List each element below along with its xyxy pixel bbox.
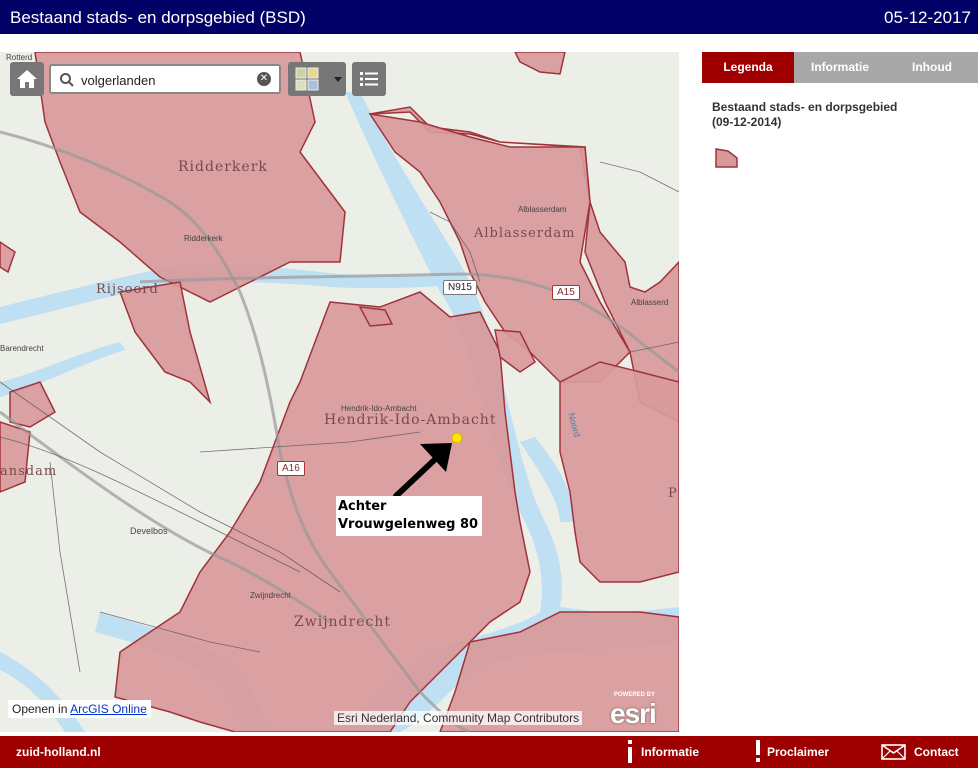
panel-tabs: Legenda Informatie Inhoud bbox=[702, 52, 978, 83]
map-label-zwijndrecht: Zwijndrecht bbox=[294, 614, 391, 630]
legend-title-line-2: (09-12-2014) bbox=[712, 115, 782, 129]
map-label-barendrecht: Barendrecht bbox=[0, 344, 44, 353]
exclamation-icon[interactable] bbox=[754, 740, 762, 764]
legend-title-line-1: Bestaand stads- en dorpsgebied bbox=[712, 100, 898, 114]
search-icon bbox=[60, 73, 74, 87]
footer-contact-link[interactable]: Contact bbox=[914, 745, 959, 759]
tab-inhoud[interactable]: Inhoud bbox=[886, 52, 978, 83]
site-link[interactable]: zuid-holland.nl bbox=[16, 745, 101, 759]
map-label-edge: P bbox=[668, 486, 678, 501]
open-in-prefix: Openen in bbox=[12, 702, 68, 716]
open-in-arcgis: Openen in ArcGIS Online bbox=[8, 700, 151, 718]
map-view[interactable]: Ridderkerk Ridderkerk Rotterd Rijsoord B… bbox=[0, 52, 679, 732]
search-box[interactable]: ✕ bbox=[49, 64, 281, 94]
map-label-zwijndrecht-small: Zwijndrecht bbox=[250, 591, 291, 600]
clear-search-icon[interactable]: ✕ bbox=[257, 72, 271, 86]
tab-informatie[interactable]: Informatie bbox=[794, 52, 886, 83]
envelope-icon[interactable] bbox=[881, 744, 906, 760]
app-footer: zuid-holland.nl Informatie Proclaimer Co… bbox=[0, 736, 978, 768]
home-icon bbox=[17, 70, 37, 88]
callout-line-1: Achter bbox=[338, 499, 387, 514]
map-label-alblasserdam-side: Alblasserd bbox=[631, 298, 669, 307]
road-shield-n915: N915 bbox=[443, 280, 477, 295]
map-base bbox=[0, 52, 679, 732]
basemap-gallery-button[interactable] bbox=[288, 62, 346, 96]
map-label-rotterdam: Rotterd bbox=[6, 53, 33, 62]
esri-logo[interactable]: POWERED BY esri bbox=[608, 692, 672, 729]
list-icon bbox=[360, 72, 378, 86]
footer-informatie-link[interactable]: Informatie bbox=[641, 745, 699, 759]
map-label-alblasserdam-small: Alblasserdam bbox=[518, 205, 567, 214]
map-label-develbos: Develbos bbox=[130, 526, 168, 536]
map-label-rijsoord: Rijsoord bbox=[96, 282, 159, 297]
road-shield-a15: A15 bbox=[552, 285, 580, 300]
map-attribution: Esri Nederland, Community Map Contributo… bbox=[334, 711, 583, 725]
legend-title: Bestaand stads- en dorpsgebied (09-12-20… bbox=[712, 100, 897, 130]
map-label-alblasserdam: Alblasserdam bbox=[474, 226, 576, 241]
tab-legenda[interactable]: Legenda bbox=[702, 52, 794, 83]
info-icon[interactable] bbox=[626, 740, 634, 764]
map-label-hendrik-ido-ambacht: Hendrik-Ido-Ambacht bbox=[324, 412, 497, 428]
app-title: Bestaand stads- en dorpsgebied (BSD) bbox=[10, 8, 306, 27]
road-shield-a16: A16 bbox=[277, 461, 305, 476]
header-date: 05-12-2017 bbox=[884, 8, 971, 27]
arcgis-online-link[interactable]: ArcGIS Online bbox=[70, 702, 147, 716]
map-label-ridderkerk: Ridderkerk bbox=[178, 159, 268, 175]
home-button[interactable] bbox=[10, 62, 44, 96]
footer-proclaimer-link[interactable]: Proclaimer bbox=[767, 745, 829, 759]
search-input[interactable] bbox=[81, 70, 251, 90]
app-header: Bestaand stads- en dorpsgebied (BSD) 05-… bbox=[0, 0, 978, 34]
map-label-ridderkerk-small: Ridderkerk bbox=[184, 234, 223, 243]
esri-wordmark: esri bbox=[610, 698, 657, 729]
callout-line-2: Vrouwgelenweg 80 bbox=[338, 517, 479, 532]
location-callout: Achter Vrouwgelenweg 80 bbox=[336, 496, 482, 536]
legend-polygon-swatch bbox=[715, 148, 738, 168]
layer-list-button[interactable] bbox=[352, 62, 386, 96]
basemap-grid-icon bbox=[295, 67, 342, 91]
map-label-ansdam: ansdam bbox=[0, 464, 58, 479]
